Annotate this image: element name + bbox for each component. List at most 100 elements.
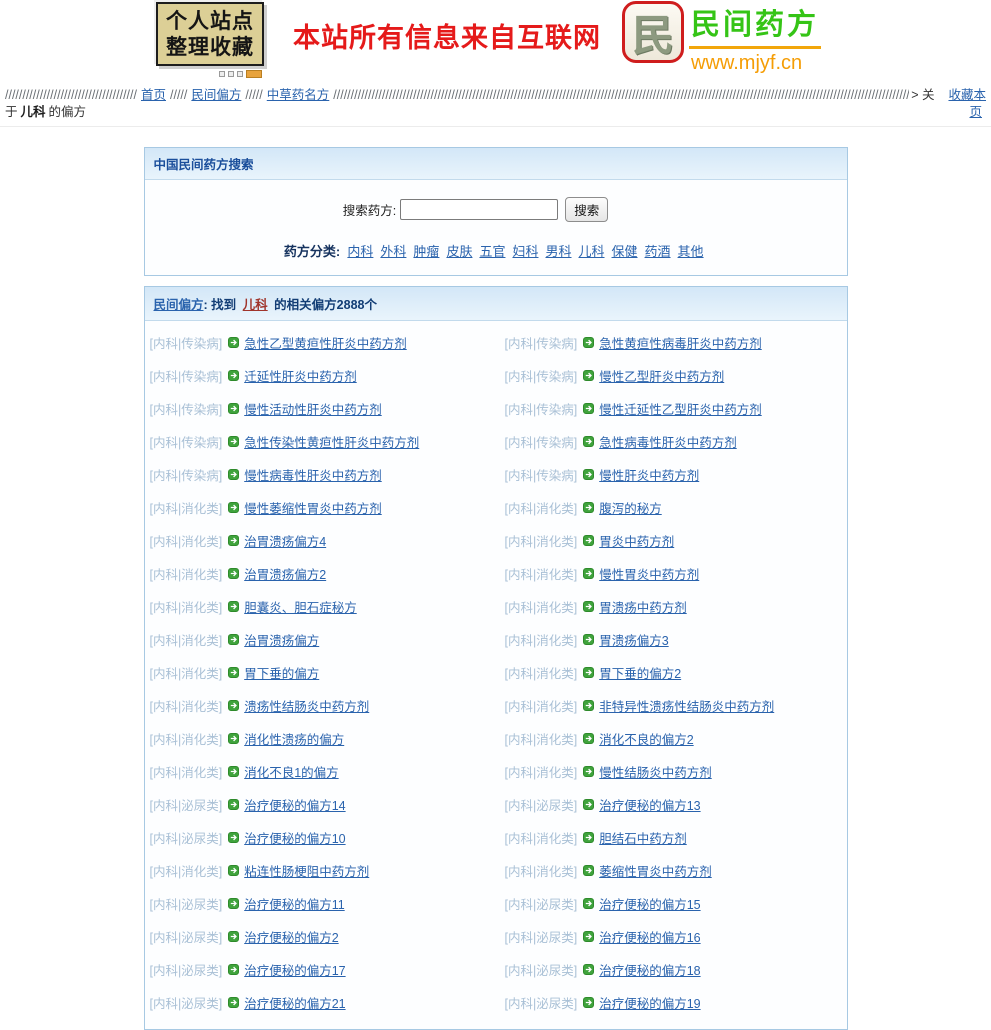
item-category-link[interactable]: [内科|泌尿类] xyxy=(505,993,578,1012)
remedy-link[interactable]: 迁延性肝炎中药方剂 xyxy=(244,366,357,385)
remedy-link[interactable]: 慢性迁延性乙型肝炎中药方剂 xyxy=(599,399,762,418)
bookmark-page-link[interactable]: 收藏本 xyxy=(948,87,986,104)
item-category-link[interactable]: [内科|传染病] xyxy=(505,465,578,484)
remedy-link[interactable]: 胃炎中药方剂 xyxy=(599,531,674,550)
remedy-link[interactable]: 慢性病毒性肝炎中药方剂 xyxy=(244,465,382,484)
item-category-link[interactable]: [内科|泌尿类] xyxy=(505,795,578,814)
category-link[interactable]: 皮肤 xyxy=(446,244,472,259)
remedy-link[interactable]: 治疗便秘的偏方17 xyxy=(244,960,345,979)
remedy-link[interactable]: 慢性胃炎中药方剂 xyxy=(599,564,699,583)
item-category-link[interactable]: [内科|消化类] xyxy=(505,498,578,517)
item-category-link[interactable]: [内科|消化类] xyxy=(150,729,223,748)
remedy-link[interactable]: 治疗便秘的偏方21 xyxy=(244,993,345,1012)
remedy-link[interactable]: 急性病毒性肝炎中药方剂 xyxy=(599,432,737,451)
remedy-link[interactable]: 治胃溃疡偏方2 xyxy=(244,564,326,583)
item-category-link[interactable]: [内科|消化类] xyxy=(150,564,223,583)
item-category-link[interactable]: [内科|传染病] xyxy=(505,366,578,385)
remedy-link[interactable]: 萎缩性胃炎中药方剂 xyxy=(599,861,712,880)
folk-remedies-link[interactable]: 民间偏方 xyxy=(154,298,204,312)
remedy-link[interactable]: 治疗便秘的偏方16 xyxy=(599,927,700,946)
remedy-link[interactable]: 非特异性溃疡性结肠炎中药方剂 xyxy=(599,696,774,715)
item-category-link[interactable]: [内科|泌尿类] xyxy=(150,927,223,946)
remedy-link[interactable]: 治胃溃疡偏方4 xyxy=(244,531,326,550)
item-category-link[interactable]: [内科|消化类] xyxy=(150,861,223,880)
item-category-link[interactable]: [内科|泌尿类] xyxy=(505,927,578,946)
item-category-link[interactable]: [内科|消化类] xyxy=(505,630,578,649)
category-link[interactable]: 男科 xyxy=(545,244,571,259)
remedy-link[interactable]: 慢性活动性肝炎中药方剂 xyxy=(244,399,382,418)
category-link[interactable]: 妇科 xyxy=(512,244,538,259)
category-link[interactable]: 肿瘤 xyxy=(413,244,439,259)
category-link[interactable]: 药酒 xyxy=(645,244,671,259)
results-keyword-link[interactable]: 儿科 xyxy=(243,298,268,312)
remedy-link[interactable]: 消化不良1的偏方 xyxy=(244,762,338,781)
item-category-link[interactable]: [内科|消化类] xyxy=(505,828,578,847)
remedy-link[interactable]: 溃疡性结肠炎中药方剂 xyxy=(244,696,369,715)
item-category-link[interactable]: [内科|泌尿类] xyxy=(505,960,578,979)
item-category-link[interactable]: [内科|消化类] xyxy=(505,729,578,748)
item-category-link[interactable]: [内科|传染病] xyxy=(150,366,223,385)
item-category-link[interactable]: [内科|消化类] xyxy=(505,597,578,616)
remedy-link[interactable]: 急性乙型黄疸性肝炎中药方剂 xyxy=(244,333,407,352)
remedy-link[interactable]: 粘连性肠梗阻中药方剂 xyxy=(244,861,369,880)
item-category-link[interactable]: [内科|传染病] xyxy=(150,432,223,451)
remedy-link[interactable]: 胃下垂的偏方2 xyxy=(599,663,681,682)
remedy-link[interactable]: 治疗便秘的偏方11 xyxy=(244,894,344,913)
item-category-link[interactable]: [内科|消化类] xyxy=(505,861,578,880)
item-category-link[interactable]: [内科|消化类] xyxy=(150,498,223,517)
item-category-link[interactable]: [内科|传染病] xyxy=(505,333,578,352)
item-category-link[interactable]: [内科|泌尿类] xyxy=(150,993,223,1012)
remedy-link[interactable]: 胃溃疡中药方剂 xyxy=(599,597,687,616)
item-category-link[interactable]: [内科|泌尿类] xyxy=(150,894,223,913)
remedy-link[interactable]: 治胃溃疡偏方 xyxy=(244,630,319,649)
item-category-link[interactable]: [内科|消化类] xyxy=(505,564,578,583)
remedy-link[interactable]: 治疗便秘的偏方2 xyxy=(244,927,338,946)
item-category-link[interactable]: [内科|泌尿类] xyxy=(505,894,578,913)
search-button[interactable]: 搜索 xyxy=(565,197,608,222)
item-category-link[interactable]: [内科|消化类] xyxy=(150,696,223,715)
nav-link-folk-remedies[interactable]: 民间偏方 xyxy=(191,87,241,104)
remedy-link[interactable]: 胆囊炎、胆石症秘方 xyxy=(244,597,357,616)
remedy-link[interactable]: 治疗便秘的偏方19 xyxy=(599,993,700,1012)
remedy-link[interactable]: 治疗便秘的偏方18 xyxy=(599,960,700,979)
remedy-link[interactable]: 消化不良的偏方2 xyxy=(599,729,693,748)
remedy-link[interactable]: 慢性肝炎中药方剂 xyxy=(599,465,699,484)
category-link[interactable]: 内科 xyxy=(347,244,373,259)
category-link[interactable]: 保健 xyxy=(612,244,638,259)
item-category-link[interactable]: [内科|消化类] xyxy=(150,630,223,649)
remedy-link[interactable]: 胆结石中药方剂 xyxy=(599,828,687,847)
remedy-link[interactable]: 急性传染性黄疸性肝炎中药方剂 xyxy=(244,432,419,451)
category-link[interactable]: 其他 xyxy=(678,244,704,259)
item-category-link[interactable]: [内科|泌尿类] xyxy=(150,828,223,847)
item-category-link[interactable]: [内科|泌尿类] xyxy=(150,795,223,814)
remedy-link[interactable]: 急性黄疸性病毒肝炎中药方剂 xyxy=(599,333,762,352)
item-category-link[interactable]: [内科|消化类] xyxy=(150,762,223,781)
remedy-link[interactable]: 消化性溃疡的偏方 xyxy=(244,729,344,748)
nav-link-herbal-formulas[interactable]: 中草药名方 xyxy=(267,87,330,104)
item-category-link[interactable]: [内科|泌尿类] xyxy=(150,960,223,979)
item-category-link[interactable]: [内科|消化类] xyxy=(505,696,578,715)
item-category-link[interactable]: [内科|消化类] xyxy=(505,663,578,682)
category-link[interactable]: 五官 xyxy=(479,244,505,259)
remedy-link[interactable]: 腹泻的秘方 xyxy=(599,498,662,517)
site-logo[interactable]: 民 民间药方 www.mjyf.cn xyxy=(622,1,821,75)
item-category-link[interactable]: [内科|消化类] xyxy=(505,762,578,781)
category-link[interactable]: 外科 xyxy=(380,244,406,259)
remedy-link[interactable]: 治疗便秘的偏方10 xyxy=(244,828,345,847)
item-category-link[interactable]: [内科|传染病] xyxy=(505,399,578,418)
nav-link-home[interactable]: 首页 xyxy=(141,87,166,104)
remedy-link[interactable]: 慢性萎缩性胃炎中药方剂 xyxy=(244,498,382,517)
category-link[interactable]: 儿科 xyxy=(579,244,605,259)
item-category-link[interactable]: [内科|消化类] xyxy=(150,597,223,616)
item-category-link[interactable]: [内科|传染病] xyxy=(150,399,223,418)
item-category-link[interactable]: [内科|消化类] xyxy=(505,531,578,550)
item-category-link[interactable]: [内科|消化类] xyxy=(150,531,223,550)
remedy-link[interactable]: 胃下垂的偏方 xyxy=(244,663,319,682)
item-category-link[interactable]: [内科|传染病] xyxy=(150,465,223,484)
remedy-link[interactable]: 慢性结肠炎中药方剂 xyxy=(599,762,712,781)
remedy-link[interactable]: 慢性乙型肝炎中药方剂 xyxy=(599,366,724,385)
item-category-link[interactable]: [内科|传染病] xyxy=(150,333,223,352)
remedy-link[interactable]: 胃溃疡偏方3 xyxy=(599,630,668,649)
remedy-link[interactable]: 治疗便秘的偏方14 xyxy=(244,795,345,814)
remedy-link[interactable]: 治疗便秘的偏方15 xyxy=(599,894,700,913)
